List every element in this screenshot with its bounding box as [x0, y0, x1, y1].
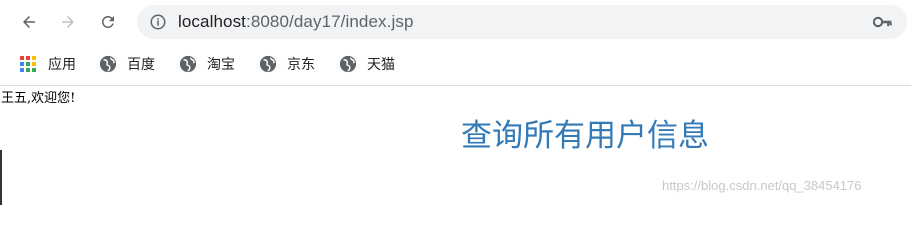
globe-icon: [99, 55, 117, 73]
key-icon[interactable]: [873, 14, 893, 30]
browser-toolbar: localhost:8080/day17/index.jsp: [0, 0, 911, 44]
watermark-text: https://blog.csdn.net/qq_38454176: [662, 178, 862, 193]
arrow-right-icon: [62, 16, 74, 28]
page-content: 王五,欢迎您! 查询所有用户信息 https://blog.csdn.net/q…: [0, 86, 911, 205]
address-bar[interactable]: localhost:8080/day17/index.jsp: [137, 5, 907, 39]
bookmark-tmall[interactable]: 天猫: [339, 53, 395, 75]
bookmark-jd[interactable]: 京东: [259, 53, 315, 75]
info-icon[interactable]: [149, 13, 167, 31]
globe-icon: [339, 55, 357, 73]
reload-icon: [101, 15, 114, 28]
window-edge: [0, 150, 2, 205]
forward-button[interactable]: [53, 7, 83, 37]
globe-icon: [259, 55, 277, 73]
bookmark-label: 百度: [127, 57, 155, 73]
bookmark-label: 京东: [287, 57, 315, 73]
bookmark-label: 应用: [48, 57, 76, 73]
bookmark-apps[interactable]: 应用: [20, 53, 76, 75]
arrow-left-icon: [23, 16, 35, 28]
bookmark-label: 天猫: [367, 57, 395, 73]
page-title: 查询所有用户信息: [461, 118, 709, 154]
bookmark-baidu[interactable]: 百度: [99, 53, 155, 75]
reload-button[interactable]: [93, 7, 123, 37]
back-button[interactable]: [14, 7, 44, 37]
welcome-message: 王五,欢迎您!: [1, 91, 76, 106]
url-host: localhost: [178, 12, 246, 31]
globe-icon: [179, 55, 197, 73]
url-path: :8080/day17/index.jsp: [246, 12, 414, 31]
bookmark-label: 淘宝: [207, 57, 235, 73]
apps-grid-icon: [20, 56, 36, 72]
bookmarks-bar: 应用 百度 淘宝 京东 天猫: [0, 44, 911, 86]
bookmark-taobao[interactable]: 淘宝: [179, 53, 235, 75]
url-text[interactable]: localhost:8080/day17/index.jsp: [178, 12, 414, 32]
